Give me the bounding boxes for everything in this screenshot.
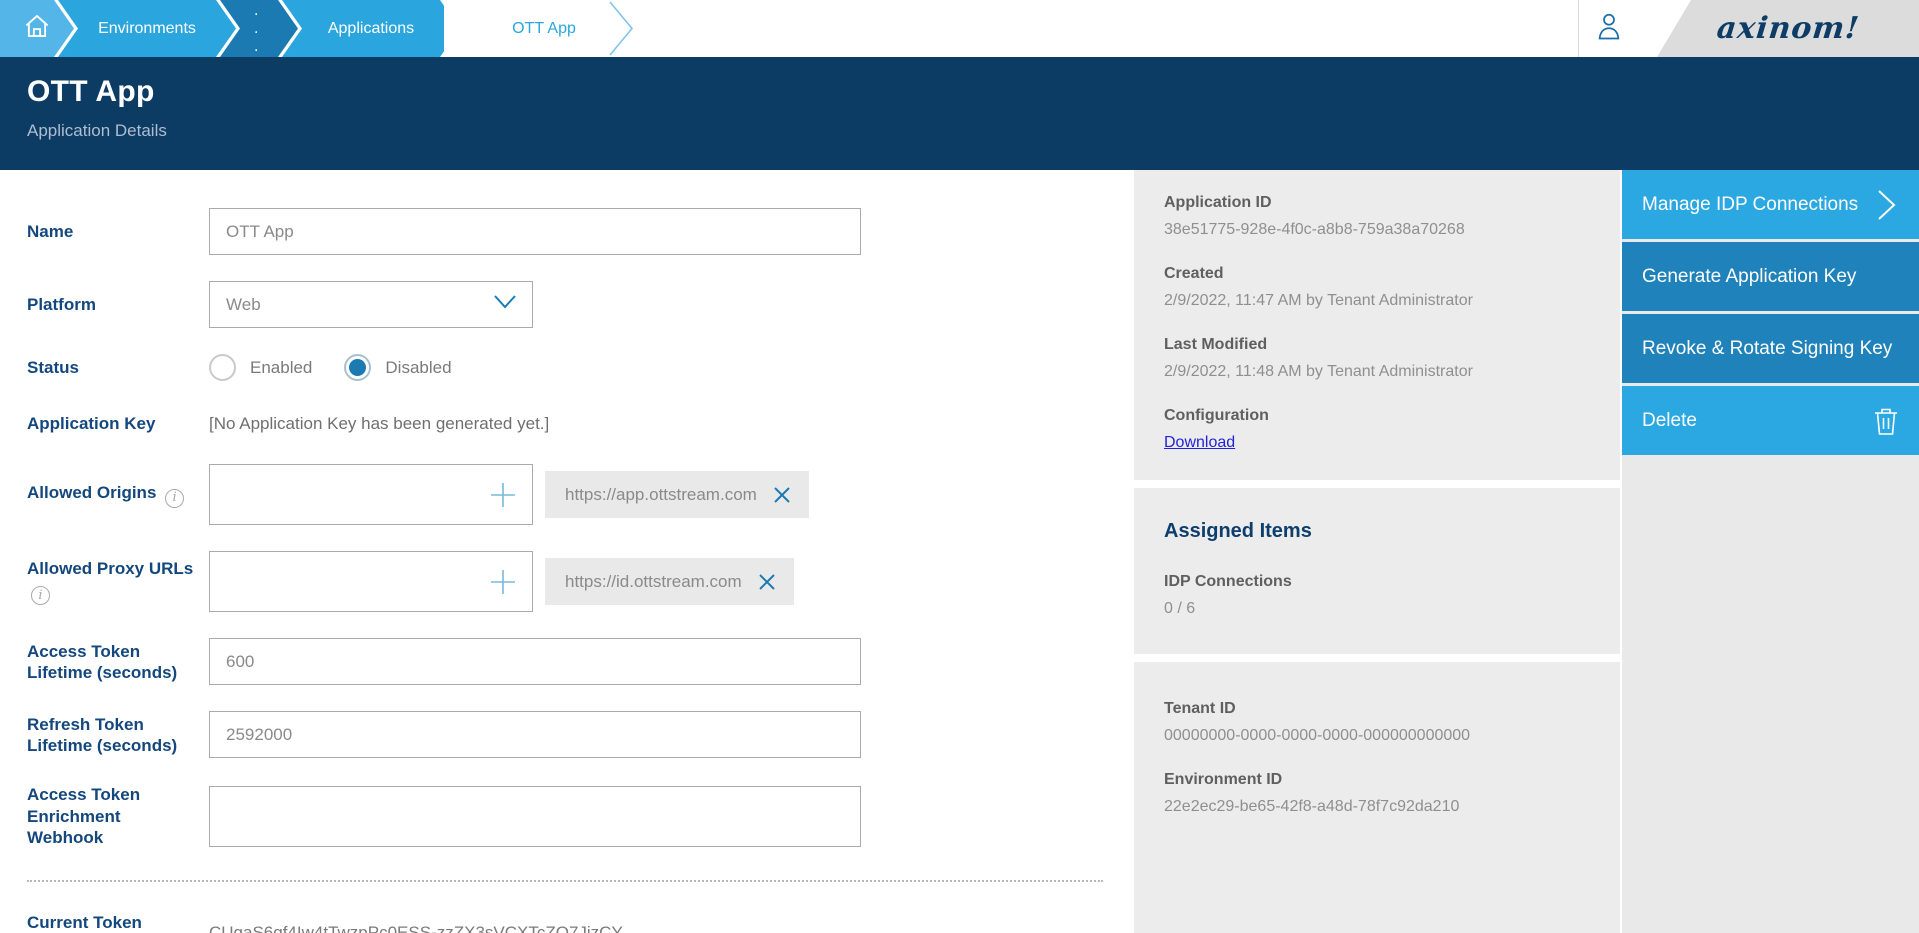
proxy-url-chip: https://id.ottstream.com xyxy=(545,558,794,605)
delete-button[interactable]: Delete xyxy=(1622,386,1919,455)
breadcrumb-current-label: OTT App xyxy=(512,20,576,38)
refresh-token-lifetime-input[interactable] xyxy=(209,711,861,758)
webhook-input[interactable] xyxy=(209,786,861,847)
trash-icon xyxy=(1873,406,1899,436)
manage-idp-connections-label: Manage IDP Connections xyxy=(1642,194,1858,216)
status-row: Status Enabled Disabled xyxy=(27,354,1104,381)
allowed-proxy-urls-label-text: Allowed Proxy URLs xyxy=(27,559,193,578)
application-key-label: Application Key xyxy=(27,413,209,434)
page-header: OTT App Application Details xyxy=(0,57,1919,170)
revoke-rotate-signing-key-button[interactable]: Revoke & Rotate Signing Key xyxy=(1622,314,1919,383)
info-panel: Application ID 38e51775-928e-4f0c-a8b8-7… xyxy=(1134,170,1620,933)
chevron-right-icon xyxy=(1873,188,1899,222)
home-icon xyxy=(22,11,52,46)
signing-key-id-value: CUgaS6qf4Iw4tTwzpPc0ESS-zzZX3sVCXTcZQ7Ji… xyxy=(209,923,1104,933)
platform-label: Platform xyxy=(27,294,209,315)
allowed-origins-row: Allowed Origins i https://app.ottstream.… xyxy=(27,464,1104,525)
download-link[interactable]: Download xyxy=(1164,434,1235,452)
access-token-lifetime-label: Access Token Lifetime (seconds) xyxy=(27,641,209,684)
add-proxy-url-button[interactable] xyxy=(483,551,523,612)
signing-key-id-label: Current Token Signing Key ID xyxy=(27,912,209,933)
origin-chip-label: https://app.ottstream.com xyxy=(565,485,757,505)
generate-application-key-button[interactable]: Generate Application Key xyxy=(1622,242,1919,311)
environment-id-value: 22e2ec29-be65-42f8-a48d-78f7c92da210 xyxy=(1164,798,1596,816)
assigned-items-heading: Assigned Items xyxy=(1164,520,1596,543)
idp-connections-label: IDP Connections xyxy=(1164,573,1596,591)
tenant-id-label: Tenant ID xyxy=(1164,700,1596,718)
application-key-value: [No Application Key has been generated y… xyxy=(209,414,1104,434)
status-label: Status xyxy=(27,357,209,378)
content: Name Platform Web St xyxy=(0,170,1919,933)
breadcrumb-home[interactable] xyxy=(0,0,74,57)
breadcrumb: Environments . . . Applications OTT App xyxy=(0,0,1919,57)
remove-origin-icon[interactable] xyxy=(773,486,791,504)
section-divider xyxy=(27,880,1103,882)
refresh-token-lifetime-label: Refresh Token Lifetime (seconds) xyxy=(27,714,209,757)
idp-connections-count: 0 / 6 xyxy=(1164,600,1596,618)
created-label: Created xyxy=(1164,265,1596,283)
status-radio-enabled-label[interactable]: Enabled xyxy=(250,358,312,378)
application-id-label: Application ID xyxy=(1164,194,1596,212)
allowed-proxy-urls-row: Allowed Proxy URLs i https://id.ottstrea… xyxy=(27,551,1104,612)
access-token-lifetime-input[interactable] xyxy=(209,638,861,685)
application-key-row: Application Key [No Application Key has … xyxy=(27,413,1104,434)
name-row: Name xyxy=(27,208,1104,255)
actions-panel: Manage IDP Connections Generate Applicat… xyxy=(1622,170,1919,933)
breadcrumb-item-applications[interactable]: Applications xyxy=(282,0,460,57)
allowed-origins-label-text: Allowed Origins xyxy=(27,483,156,502)
origin-chip: https://app.ottstream.com xyxy=(545,471,809,518)
last-modified-label: Last Modified xyxy=(1164,336,1596,354)
user-menu-button[interactable] xyxy=(1579,0,1639,57)
generate-application-key-label: Generate Application Key xyxy=(1642,266,1856,288)
application-form: Name Platform Web St xyxy=(0,170,1134,933)
brand-logo: axinom! xyxy=(1657,0,1919,57)
breadcrumb-item-environments[interactable]: Environments xyxy=(58,0,236,57)
last-modified-value: 2/9/2022, 11:48 AM by Tenant Administrat… xyxy=(1164,363,1596,381)
environment-id-label: Environment ID xyxy=(1164,771,1596,789)
info-icon[interactable]: i xyxy=(165,489,184,508)
application-id-value: 38e51775-928e-4f0c-a8b8-759a38a70268 xyxy=(1164,221,1596,239)
name-input[interactable] xyxy=(209,208,861,255)
chevron-outline-icon xyxy=(602,0,642,57)
platform-row: Platform Web xyxy=(27,281,1104,328)
proxy-url-chip-label: https://id.ottstream.com xyxy=(565,572,742,592)
page-subtitle: Application Details xyxy=(27,121,1919,141)
brand-logo-text: axinom! xyxy=(1715,11,1861,46)
signing-key-id-row: Current Token Signing Key ID CUgaS6qf4Iw… xyxy=(27,912,1104,933)
chevron-down-icon xyxy=(492,293,518,316)
status-radio-enabled[interactable] xyxy=(209,354,236,381)
ids-section: Tenant ID 00000000-0000-0000-0000-000000… xyxy=(1134,662,1620,933)
platform-select[interactable]: Web xyxy=(209,281,533,328)
refresh-token-lifetime-row: Refresh Token Lifetime (seconds) xyxy=(27,711,1104,758)
access-token-lifetime-row: Access Token Lifetime (seconds) xyxy=(27,638,1104,685)
metadata-section: Application ID 38e51775-928e-4f0c-a8b8-7… xyxy=(1134,170,1620,480)
webhook-row: Access Token Enrichment Webhook xyxy=(27,784,1104,848)
add-origin-button[interactable] xyxy=(483,464,523,525)
webhook-label: Access Token Enrichment Webhook xyxy=(27,784,209,848)
application-details-page: Environments . . . Applications OTT App xyxy=(0,0,1919,933)
tenant-id-value: 00000000-0000-0000-0000-000000000000 xyxy=(1164,727,1596,745)
page-title: OTT App xyxy=(27,75,1919,109)
allowed-proxy-urls-label: Allowed Proxy URLs i xyxy=(27,558,209,605)
user-icon xyxy=(1594,9,1624,48)
breadcrumb-item-current: OTT App xyxy=(444,0,614,57)
status-radio-disabled[interactable] xyxy=(344,354,371,381)
manage-idp-connections-button[interactable]: Manage IDP Connections xyxy=(1622,170,1919,239)
name-label: Name xyxy=(27,221,209,242)
topbar-right: axinom! xyxy=(1578,0,1919,57)
delete-label: Delete xyxy=(1642,410,1697,432)
allowed-origins-label: Allowed Origins i xyxy=(27,482,209,508)
status-radio-disabled-label[interactable]: Disabled xyxy=(385,358,451,378)
info-icon[interactable]: i xyxy=(31,586,50,605)
assigned-items-section: Assigned Items IDP Connections 0 / 6 xyxy=(1134,488,1620,654)
configuration-label: Configuration xyxy=(1164,407,1596,425)
platform-selected-value: Web xyxy=(226,295,261,315)
revoke-rotate-signing-key-label: Revoke & Rotate Signing Key xyxy=(1642,338,1892,360)
remove-proxy-url-icon[interactable] xyxy=(758,573,776,591)
created-value: 2/9/2022, 11:47 AM by Tenant Administrat… xyxy=(1164,292,1596,310)
